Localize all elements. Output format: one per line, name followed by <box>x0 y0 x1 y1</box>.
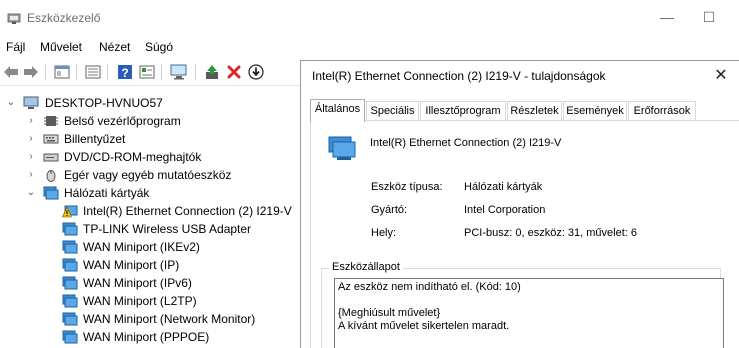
network-adapter-icon <box>62 276 78 290</box>
update-driver-icon[interactable] <box>203 63 221 81</box>
warning-network-adapter-icon <box>62 205 78 218</box>
window-title: Eszközkezelő <box>27 11 101 25</box>
menu-view[interactable]: Nézet <box>99 40 130 54</box>
tree-category-label: Hálózati kártyák <box>64 186 150 200</box>
tree-category[interactable]: › Belső vezérlőprogram <box>0 112 300 130</box>
tree-device-label: WAN Miniport (Network Monitor) <box>83 312 256 326</box>
mouse-icon <box>46 170 56 182</box>
monitor-scan-icon[interactable] <box>170 63 188 81</box>
network-adapter-icon <box>62 222 78 236</box>
device-name: Intel(R) Ethernet Connection (2) I219-V <box>370 137 562 149</box>
back-arrow-icon[interactable] <box>2 63 20 81</box>
tree-root[interactable]: ⌄ DESKTOP-HVNUO57 <box>0 94 300 112</box>
details-icon[interactable] <box>138 63 156 81</box>
dialog-title: Intel(R) Ethernet Connection (2) I219-V … <box>312 69 606 83</box>
device-tree: ⌄ DESKTOP-HVNUO57 › Belső vezérlőprogram… <box>0 92 300 348</box>
tree-category[interactable]: › Egér vagy egyéb mutatóeszköz <box>0 166 300 184</box>
tree-root-label: DESKTOP-HVNUO57 <box>45 96 163 110</box>
chevron-down-icon[interactable]: ⌄ <box>26 184 36 202</box>
status-line <box>338 294 720 307</box>
tree-category-label: Egér vagy egyéb mutatóeszköz <box>64 168 232 182</box>
status-line: A kívánt művelet sikertelen maradt. <box>338 320 510 332</box>
tree-device-item[interactable]: WAN Miniport (IP) <box>0 256 300 274</box>
tab-details[interactable]: Részletek <box>507 101 562 121</box>
tree-device-item[interactable]: TP-LINK Wireless USB Adapter <box>0 220 300 238</box>
tree-device-item[interactable]: Intel(R) Ethernet Connection (2) I219-V <box>0 202 300 220</box>
network-adapter-icon <box>328 136 356 160</box>
toolbar-separator <box>45 64 46 80</box>
tree-device-item[interactable]: WAN Miniport (Network Monitor) <box>0 310 300 328</box>
tree-device-item[interactable]: WAN Miniport (L2TP) <box>0 292 300 310</box>
tab-general[interactable]: Általános <box>310 99 365 122</box>
device-type-value: Hálózati kártyák <box>464 181 543 193</box>
maximize-button[interactable]: ☐ <box>694 6 724 28</box>
firmware-chip-icon <box>44 116 58 126</box>
close-icon[interactable]: ✕ <box>706 64 736 88</box>
tree-device-label: WAN Miniport (PPPOE) <box>83 330 210 344</box>
help-icon[interactable]: ? <box>116 63 134 81</box>
tab-advanced[interactable]: Speciális <box>366 101 419 121</box>
chevron-right-icon[interactable]: › <box>26 166 36 184</box>
tree-category[interactable]: ⌄ Hálózati kártyák <box>0 184 300 202</box>
forward-arrow-icon[interactable] <box>22 63 40 81</box>
location-label: Hely: <box>371 227 397 239</box>
properties-dialog: Intel(R) Ethernet Connection (2) I219-V … <box>300 60 739 348</box>
menu-bar: Fájl Művelet Nézet Súgó <box>0 36 739 58</box>
tab-events[interactable]: Események <box>563 101 627 121</box>
network-adapter-icon <box>62 312 78 326</box>
device-type-label: Eszköz típusa: <box>371 181 443 193</box>
network-adapter-icon <box>62 258 78 272</box>
menu-help[interactable]: Súgó <box>145 40 173 54</box>
tree-device-label: Intel(R) Ethernet Connection (2) I219-V <box>83 204 292 218</box>
menu-file[interactable]: Fájl <box>6 40 25 54</box>
disable-device-icon[interactable] <box>247 63 265 81</box>
chevron-down-icon[interactable]: ⌄ <box>6 94 16 112</box>
tree-device-label: TP-LINK Wireless USB Adapter <box>83 222 252 236</box>
network-adapter-icon <box>62 240 78 254</box>
minimize-button[interactable]: — <box>652 6 682 28</box>
chevron-right-icon[interactable]: › <box>26 112 36 130</box>
properties-view-icon[interactable] <box>53 63 71 81</box>
tree-category[interactable]: › Billentyűzet <box>0 130 300 148</box>
chevron-right-icon[interactable]: › <box>26 148 36 166</box>
tree-device-label: WAN Miniport (IPv6) <box>83 276 192 290</box>
status-line: Az eszköz nem indítható el. (Kód: 10) <box>338 281 521 293</box>
tree-device-label: WAN Miniport (IKEv2) <box>83 240 200 254</box>
list-view-icon[interactable] <box>84 63 102 81</box>
tree-device-item[interactable]: WAN Miniport (IPv6) <box>0 274 300 292</box>
menu-action[interactable]: Művelet <box>40 40 82 54</box>
tab-driver[interactable]: Illesztőprogram <box>420 101 506 121</box>
toolbar-separator <box>195 64 196 80</box>
manufacturer-label: Gyártó: <box>371 204 408 216</box>
toolbar-separator <box>107 64 108 80</box>
manufacturer-value: Intel Corporation <box>464 204 546 216</box>
tree-category-label: Billentyűzet <box>64 132 126 146</box>
toolbar-separator <box>161 64 162 80</box>
network-adapter-icon <box>62 294 78 308</box>
dvd-drive-icon <box>43 153 59 162</box>
tree-device-label: WAN Miniport (L2TP) <box>83 294 197 308</box>
tree-category-label: DVD/CD-ROM-meghajtók <box>64 150 202 164</box>
computer-icon <box>23 96 39 109</box>
device-manager-icon <box>7 13 21 24</box>
status-line: {Meghiúsult művelet} <box>338 307 441 319</box>
network-adapter-icon <box>62 330 78 344</box>
svg-text:?: ? <box>121 66 128 80</box>
chevron-right-icon[interactable]: › <box>26 130 36 148</box>
network-adapter-icon <box>43 186 59 200</box>
device-status-textbox[interactable]: Az eszköz nem indítható el. (Kód: 10) {M… <box>334 278 724 348</box>
tab-resources[interactable]: Erőforrások <box>628 101 696 121</box>
uninstall-x-icon[interactable] <box>225 63 243 81</box>
tree-device-item[interactable]: WAN Miniport (PPPOE) <box>0 328 300 346</box>
tree-device-label: WAN Miniport (IP) <box>83 258 180 272</box>
keyboard-icon <box>43 134 59 144</box>
tree-device-item[interactable]: WAN Miniport (IKEv2) <box>0 238 300 256</box>
toolbar-separator <box>76 64 77 80</box>
title-bar: Eszközkezelő — ☐ <box>0 0 739 34</box>
tree-category-label: Belső vezérlőprogram <box>64 114 181 128</box>
tree-category[interactable]: › DVD/CD-ROM-meghajtók <box>0 148 300 166</box>
device-status-title: Eszközállapot <box>329 261 403 273</box>
location-value: PCI-busz: 0, eszköz: 31, művelet: 6 <box>464 227 638 239</box>
tab-strip: Általános Speciális Illesztőprogram Rész… <box>310 99 739 122</box>
